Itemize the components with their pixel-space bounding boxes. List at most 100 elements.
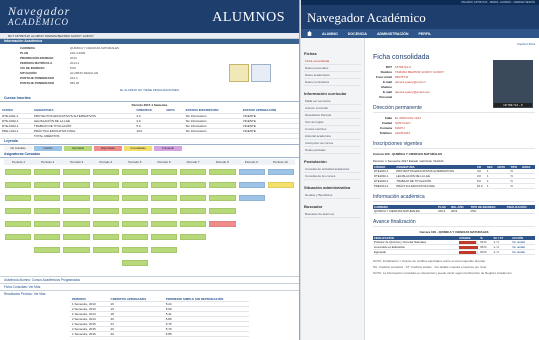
link-asistencia[interactable]: Asistencia Alumno: Cursos Académicos Pro… — [0, 275, 299, 283]
grid-course-cell[interactable] — [209, 194, 236, 201]
grid-course-cell[interactable] — [121, 233, 148, 240]
grid-course-cell[interactable] — [63, 233, 90, 240]
sidebar-item[interactable]: Ficha consolidada — [304, 58, 361, 65]
sidebar-item[interactable]: Resultados Período — [304, 112, 361, 119]
sidebar-item[interactable]: Consulta de los cursos — [304, 173, 361, 180]
grid-course-cell[interactable] — [92, 233, 119, 240]
sidebar-item[interactable]: Consulta de actividad académica — [304, 166, 361, 173]
nav-alumno[interactable]: ALUMNO — [322, 32, 338, 36]
grid-course-cell[interactable] — [151, 207, 178, 214]
grid-course-cell[interactable] — [92, 181, 119, 188]
grid-course-cell[interactable] — [34, 220, 61, 227]
grid-course-cell[interactable] — [209, 207, 236, 214]
progress-detail-link[interactable]: Ver detalle — [511, 249, 535, 255]
grid-course-cell[interactable] — [121, 220, 148, 227]
grid-course-cell[interactable] — [92, 246, 119, 253]
link-resultados[interactable]: Resultados Período: Ver Más — [0, 289, 299, 297]
sidebar-item[interactable]: Cursos inscritos — [304, 126, 361, 133]
grid-course-cell[interactable] — [209, 220, 236, 227]
grid-course-cell[interactable] — [5, 233, 32, 240]
grid-course-cell[interactable] — [209, 181, 236, 188]
grid-course-cell[interactable] — [92, 194, 119, 201]
grid-course-cell[interactable] — [5, 168, 32, 175]
semester-header: Período 6 — [157, 159, 171, 164]
grid-course-cell[interactable] — [238, 181, 265, 188]
semester-header: Período 1 — [12, 159, 26, 164]
grid-course-cell[interactable] — [34, 246, 61, 253]
calendar-icon[interactable] — [229, 64, 249, 82]
grid-course-cell[interactable] — [151, 168, 178, 175]
academic-title: Información académica — [373, 194, 535, 202]
grid-course-cell[interactable] — [92, 207, 119, 214]
semester-header-row: Período 1 Período 2 Período 3 Período 4 Perí… — [4, 158, 295, 165]
cell — [505, 209, 535, 214]
sidebar-item[interactable]: Historial académico — [304, 133, 361, 140]
grid-course-cell[interactable] — [5, 181, 32, 188]
sidebar-item[interactable]: Datos personales — [304, 65, 361, 72]
sidebar-item[interactable]: Avance curricular — [304, 105, 361, 112]
grid-course-cell[interactable] — [180, 233, 207, 240]
grid-course-cell[interactable] — [121, 194, 148, 201]
grid-course-cell[interactable] — [34, 168, 61, 175]
sidebar-item[interactable]: Deudas y Beneficios — [304, 192, 361, 199]
grid-course-cell[interactable] — [267, 181, 294, 188]
grid-course-cell[interactable] — [151, 194, 178, 201]
grid-course-cell[interactable] — [121, 246, 148, 253]
grid-course-cell[interactable] — [34, 181, 61, 188]
grid-course-cell[interactable] — [151, 246, 178, 253]
grid-course-cell[interactable] — [63, 246, 90, 253]
grid-course-cell[interactable] — [238, 168, 265, 175]
sidebar-item[interactable]: Datos curriculares — [304, 79, 361, 86]
grid-course-cell[interactable] — [180, 168, 207, 175]
sidebar-item[interactable]: Test de Inglés — [304, 119, 361, 126]
grid-course-cell[interactable] — [63, 168, 90, 175]
home-icon[interactable] — [307, 31, 312, 36]
nav-administracion[interactable]: ADMINISTRACIÓN — [377, 32, 409, 36]
link-ficha-consultas[interactable]: Ficha Consultas: Ver Más — [0, 282, 299, 290]
sidebar-item[interactable]: Notas parciales — [304, 147, 361, 154]
grid-course-cell[interactable] — [151, 220, 178, 227]
grid-course-cell[interactable] — [180, 207, 207, 214]
cell — [183, 133, 241, 139]
curriculum-grid: Período 1 Período 2 Período 3 Período 4 Perí… — [4, 158, 295, 275]
legend-row: No Cursado Inscrito Aprobado Reprobado Conva… — [0, 145, 299, 152]
sidebar-item[interactable]: Inscripción de cursos — [304, 140, 361, 147]
progress-percent: 90 % — [479, 249, 493, 255]
nav-perfil[interactable]: PERFIL — [419, 32, 432, 36]
progress-career: Carrera 100 - QUIMICA Y CIENCIAS NATURAL… — [419, 230, 489, 234]
summary-body: 1 Semestre, 2013 16 5.24 2 Semestre, 2013 16… — [70, 301, 250, 337]
sidebar-item[interactable]: Datos académicos — [304, 72, 361, 79]
sidebar-item[interactable]: Malla por semestre — [304, 98, 361, 105]
schedule-icon[interactable] — [251, 64, 271, 82]
grid-course-cell[interactable] — [34, 207, 61, 214]
grid-course-cell[interactable] — [92, 220, 119, 227]
grid-course-cell[interactable] — [63, 220, 90, 227]
grid-course-cell[interactable] — [121, 181, 148, 188]
grid-course-cell[interactable] — [34, 233, 61, 240]
personal-value: tamara.godoy@gmail.com — [395, 90, 431, 94]
grid-course-cell[interactable] — [151, 233, 178, 240]
grid-course-cell[interactable] — [180, 181, 207, 188]
grid-course-cell[interactable] — [267, 168, 294, 175]
grid-course-cell[interactable] — [121, 259, 148, 266]
sidebar-item[interactable]: Buscador de alumnos — [304, 211, 361, 218]
grid-course-cell[interactable] — [5, 220, 32, 227]
grid-course-cell[interactable] — [180, 194, 207, 201]
print-link[interactable]: Imprimir ficha — [373, 42, 535, 46]
legend-swatch: Convalidado — [124, 145, 152, 151]
logo-line2: ACADEMICO — [8, 17, 69, 27]
grid-course-cell[interactable] — [63, 181, 90, 188]
grid-course-cell[interactable] — [63, 194, 90, 201]
grid-course-cell[interactable] — [121, 168, 148, 175]
grid-course-cell[interactable] — [209, 168, 236, 175]
grid-course-cell[interactable] — [180, 220, 207, 227]
grid-course-cell[interactable] — [121, 207, 148, 214]
grid-course-cell[interactable] — [5, 194, 32, 201]
grid-course-cell[interactable] — [151, 181, 178, 188]
grid-course-cell[interactable] — [63, 207, 90, 214]
grid-course-cell[interactable] — [5, 207, 32, 214]
grid-course-cell[interactable] — [92, 168, 119, 175]
nav-docencia[interactable]: DOCENCIA — [348, 32, 367, 36]
grid-course-cell[interactable] — [34, 194, 61, 201]
grid-course-cell[interactable] — [238, 194, 265, 201]
